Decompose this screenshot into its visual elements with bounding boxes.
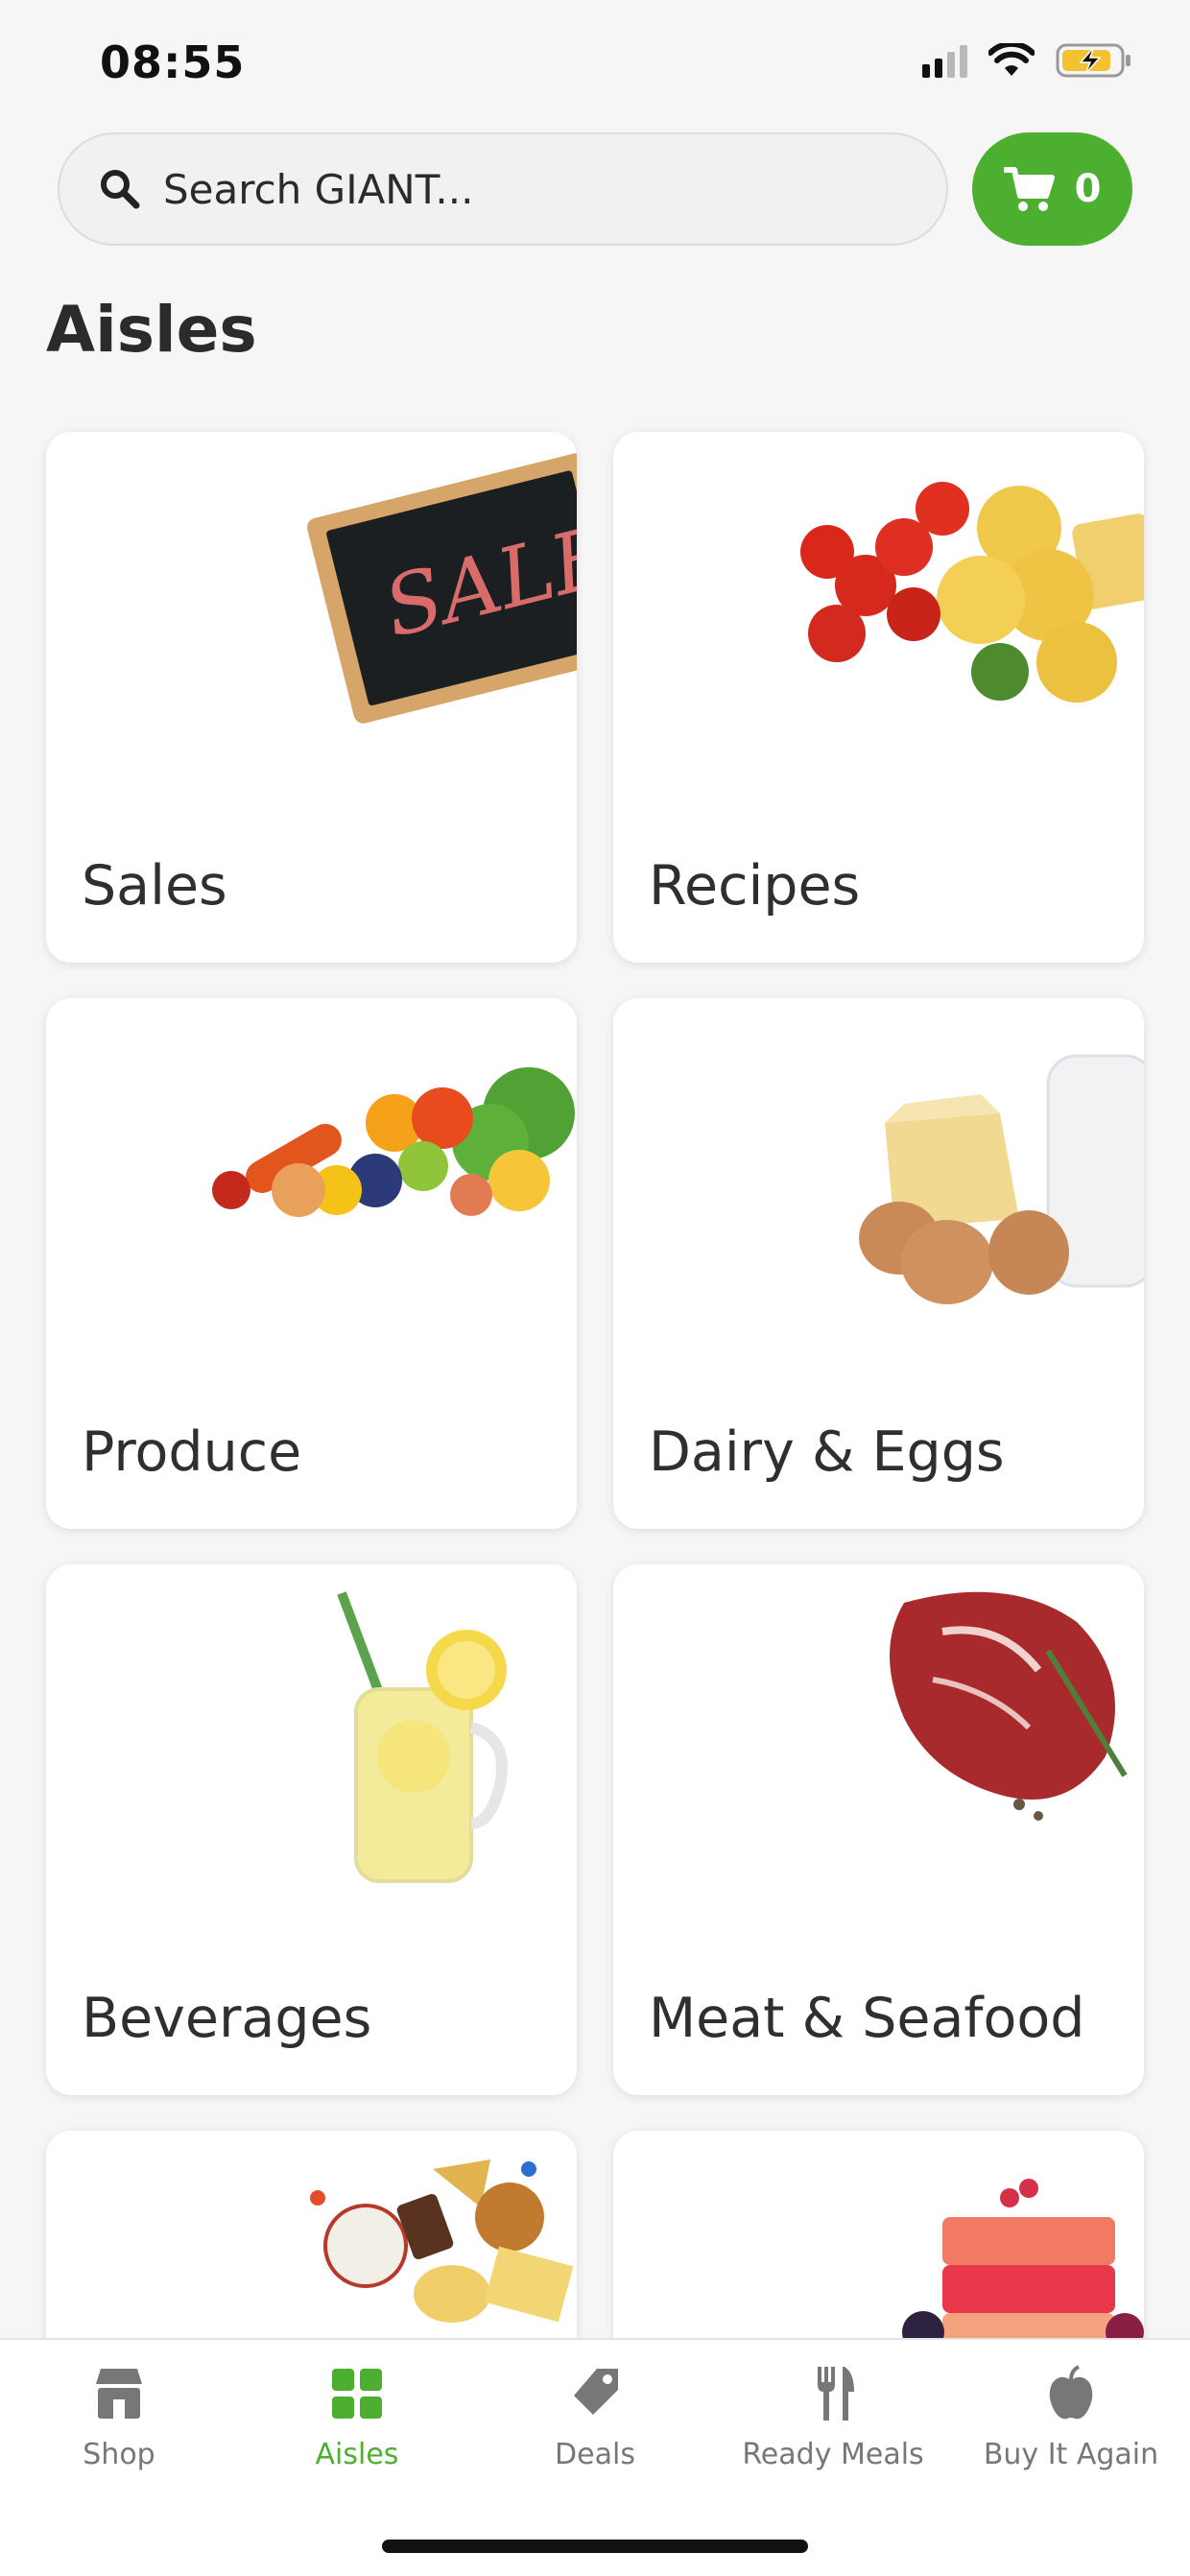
status-bar: 08:55 xyxy=(0,0,1190,125)
aisle-card-meat-seafood[interactable]: Meat & Seafood xyxy=(613,1564,1144,2095)
fork-knife-icon xyxy=(818,2367,854,2421)
sale-chalkboard-image: SALE xyxy=(307,452,577,724)
aisle-card-recipes[interactable]: Recipes xyxy=(613,432,1144,963)
cheese-eggs-milk-image xyxy=(859,1054,1144,1304)
search-placeholder: Search GIANT... xyxy=(163,165,474,213)
cellular-signal-icon xyxy=(922,43,967,78)
pasta-tomato-image xyxy=(800,482,1144,703)
aisle-card-dairy-eggs[interactable]: Dairy & Eggs xyxy=(613,998,1144,1529)
nav-label: Buy It Again xyxy=(983,2438,1159,2471)
wifi-icon xyxy=(988,43,1035,76)
nav-label: Aisles xyxy=(315,2438,399,2471)
nav-item-deals[interactable]: Deals xyxy=(476,2363,714,2471)
grid-icon xyxy=(332,2369,382,2419)
nav-item-aisles[interactable]: Aisles xyxy=(238,2363,476,2471)
nav-item-shop[interactable]: Shop xyxy=(0,2363,238,2471)
nav-item-ready-meals[interactable]: Ready Meals xyxy=(714,2363,952,2471)
aisle-card-produce[interactable]: Produce xyxy=(46,998,577,1529)
cart-button[interactable]: 0 xyxy=(972,132,1132,246)
tag-icon xyxy=(574,2369,618,2415)
nav-label: Deals xyxy=(555,2438,635,2471)
home-indicator xyxy=(382,2540,808,2553)
aisle-label: Produce xyxy=(82,1420,302,1484)
status-icons xyxy=(922,42,1132,79)
nav-item-buy-it-again[interactable]: Buy It Again xyxy=(952,2363,1190,2471)
apple-icon xyxy=(1049,2365,1093,2420)
app-screen: 08:55 Search GIANT... 0 Aisles SALE Sale… xyxy=(0,0,1190,2576)
status-time: 08:55 xyxy=(100,36,246,88)
nav-label: Ready Meals xyxy=(742,2438,924,2471)
battery-charging-icon xyxy=(1056,43,1130,78)
search-icon xyxy=(101,170,140,209)
store-icon xyxy=(96,2369,142,2419)
aisle-label: Dairy & Eggs xyxy=(649,1420,1005,1484)
aisle-label: Beverages xyxy=(82,1987,372,2050)
nav-label: Shop xyxy=(83,2438,155,2471)
lemonade-jar-image xyxy=(337,1591,508,1883)
search-input[interactable]: Search GIANT... xyxy=(58,132,948,246)
aisle-label: Sales xyxy=(82,854,227,918)
aisle-label: Meat & Seafood xyxy=(649,1987,1085,2050)
aisle-card-sales[interactable]: SALE Sales xyxy=(46,432,577,963)
cart-count: 0 xyxy=(1074,167,1102,211)
page-title: Aisles xyxy=(46,293,257,367)
aisle-card-beverages[interactable]: Beverages xyxy=(46,1564,577,2095)
aisle-label: Recipes xyxy=(649,854,861,918)
cart-icon xyxy=(1003,167,1055,211)
steak-image xyxy=(890,1591,1128,1821)
fruit-vegetable-image xyxy=(212,1067,575,1217)
